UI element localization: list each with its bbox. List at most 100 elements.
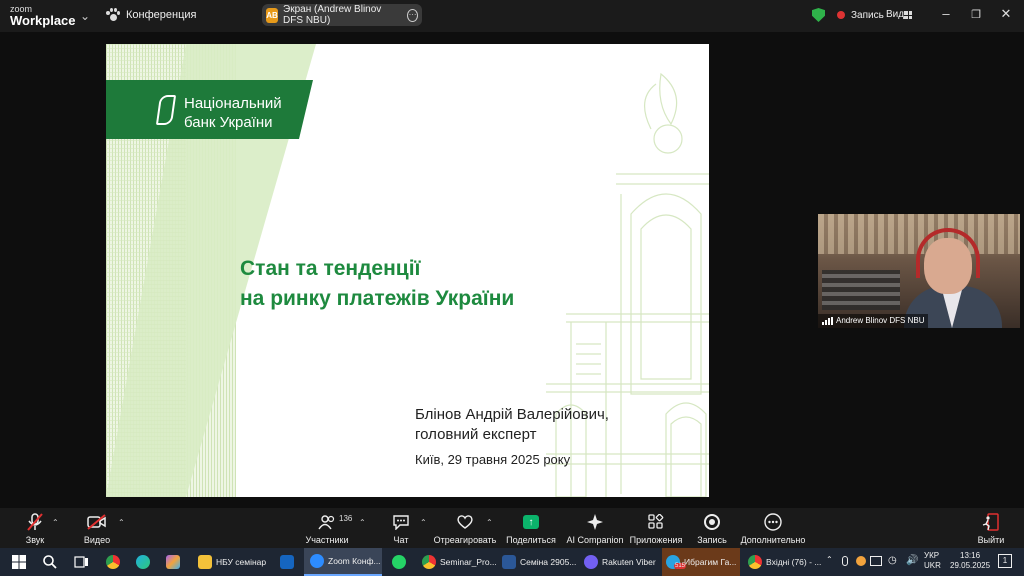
taskbar-item-viber[interactable]: Rakuten Viber bbox=[580, 548, 658, 576]
volume-icon[interactable]: 🔊 bbox=[906, 555, 918, 566]
battery-icon[interactable] bbox=[870, 556, 882, 566]
record-button[interactable]: Запись bbox=[677, 512, 747, 545]
chrome-pinned-icon[interactable] bbox=[102, 548, 124, 576]
leave-icon bbox=[956, 512, 1024, 532]
recording-status[interactable]: Запись bbox=[812, 8, 884, 22]
screen-share-indicator[interactable]: AB Экран (Andrew Blinov DFS NBU) ··· bbox=[262, 4, 422, 26]
meeting-info[interactable]: Конференция bbox=[106, 8, 196, 22]
search-icon[interactable] bbox=[38, 548, 62, 576]
task-view-icon[interactable] bbox=[70, 548, 94, 576]
lang-bottom: UKR bbox=[924, 561, 941, 570]
tray-chevron-icon[interactable]: ⌃ bbox=[826, 555, 833, 564]
chat-caret-icon[interactable]: ⌃ bbox=[420, 518, 427, 527]
leave-label: Выйти bbox=[977, 535, 1005, 545]
participants-caret-icon[interactable]: ⌃ bbox=[359, 518, 366, 527]
video-desks bbox=[822, 270, 900, 310]
ai-companion-button[interactable]: AI Companion bbox=[560, 512, 630, 545]
taskbar-item-nbu-seminar[interactable]: НБУ семінар bbox=[192, 548, 274, 576]
restore-icon[interactable]: ❐ bbox=[966, 8, 986, 21]
video-button[interactable]: Видео bbox=[62, 512, 132, 545]
lang-top: УКР bbox=[924, 551, 940, 560]
brand-workplace: Workplace bbox=[10, 13, 76, 28]
participant-video[interactable]: Andrew Blinov DFS NBU bbox=[818, 214, 1020, 328]
muted-microphone-icon bbox=[0, 512, 70, 532]
share-button[interactable]: ↑ Поделиться bbox=[496, 512, 566, 545]
microphone-tray-icon[interactable] bbox=[842, 556, 848, 566]
taskbar-item-label: Ибрагим Га... bbox=[684, 557, 737, 567]
chat-label: Чат bbox=[393, 535, 409, 545]
participants-count: 136 bbox=[339, 514, 353, 523]
ai-companion-label: AI Companion bbox=[566, 535, 624, 545]
share-screen-icon: ↑ bbox=[523, 515, 539, 529]
view-button[interactable]: Вид bbox=[886, 9, 904, 20]
meeting-title: Конференция bbox=[126, 9, 197, 21]
paw-icon bbox=[106, 8, 120, 22]
participants-button[interactable]: 136 Участники bbox=[292, 512, 362, 545]
taskbar-item-label: Вхідні (76) - ... bbox=[766, 557, 822, 567]
chat-button[interactable]: Чат bbox=[366, 512, 436, 545]
zoom-brand: zoom Workplace bbox=[10, 4, 76, 28]
recording-label: Запись bbox=[851, 9, 884, 21]
taskbar-item-label: НБУ семінар bbox=[216, 557, 267, 567]
record-circle-icon bbox=[704, 514, 720, 530]
clock-time: 13:16 bbox=[960, 551, 981, 560]
slide-title-line-1: Стан та тенденції bbox=[240, 257, 421, 280]
audio-options-caret-icon[interactable]: ⌃ bbox=[52, 518, 59, 527]
folder-icon bbox=[198, 555, 212, 569]
shield-icon bbox=[812, 8, 825, 22]
more-button[interactable]: Дополнительно bbox=[738, 512, 808, 545]
taskbar-item-zoom[interactable]: Zoom Конф... bbox=[304, 548, 382, 576]
minimize-icon[interactable]: – bbox=[936, 6, 956, 21]
audio-label: Звук bbox=[25, 535, 45, 545]
title-bar: zoom Workplace ⌄ Конференция AB Экран (A… bbox=[0, 0, 1024, 32]
participants-label: Участники bbox=[305, 535, 349, 545]
chevron-down-icon[interactable]: ⌄ bbox=[80, 9, 90, 23]
word-icon bbox=[502, 555, 516, 569]
leave-button[interactable]: Выйти bbox=[956, 512, 1024, 545]
whatsapp-icon[interactable] bbox=[388, 548, 410, 576]
outlook-icon[interactable] bbox=[276, 548, 298, 576]
taskbar-item-mail[interactable]: Вхідні (76) - ... bbox=[744, 548, 822, 576]
more-label: Дополнительно bbox=[740, 535, 806, 545]
slide-place-date: Київ, 29 травня 2025 року bbox=[415, 452, 571, 467]
edge-icon[interactable] bbox=[132, 548, 154, 576]
author-name: Блінов Андрій Валерійович, bbox=[415, 406, 609, 423]
nbu-logo-text: Національний банк України bbox=[184, 94, 282, 132]
taskbar-item-telegram[interactable]: Ибрагим Га... 515 bbox=[662, 548, 740, 576]
taskbar-item-label: Семіна 2905... bbox=[520, 557, 576, 567]
react-caret-icon[interactable]: ⌃ bbox=[486, 518, 493, 527]
participants-icon: 136 bbox=[292, 512, 362, 532]
record-icon bbox=[837, 11, 845, 19]
video-label: Видео bbox=[83, 535, 111, 545]
close-icon[interactable]: ✕ bbox=[996, 6, 1016, 22]
telegram-badge: 515 bbox=[674, 563, 687, 569]
slide-author: Блінов Андрій Валерійович, головний експ… bbox=[415, 405, 609, 445]
screen-share-label: Экран (Andrew Blinov DFS NBU) bbox=[283, 4, 382, 26]
app-tray-icon[interactable] bbox=[856, 556, 866, 566]
zoom-icon bbox=[310, 554, 324, 568]
copilot-icon[interactable] bbox=[162, 548, 184, 576]
slide-title: Стан та тенденції на ринку платежів Укра… bbox=[240, 254, 514, 314]
more-icon[interactable]: ··· bbox=[407, 8, 418, 22]
video-options-caret-icon[interactable]: ⌃ bbox=[118, 518, 125, 527]
taskbar-item-label: Seminar_Pro... bbox=[440, 557, 496, 567]
author-position: головний експерт bbox=[415, 426, 537, 443]
viber-icon bbox=[584, 555, 598, 569]
record-label: Запись bbox=[697, 535, 727, 545]
clock[interactable]: 13:16 29.05.2025 bbox=[950, 551, 990, 571]
view-grid-icon[interactable] bbox=[904, 11, 912, 19]
chrome-icon bbox=[748, 555, 762, 569]
participant-name-label: Andrew Blinov DFS NBU bbox=[818, 314, 929, 328]
taskbar-item-word[interactable]: Семіна 2905... bbox=[498, 548, 576, 576]
notifications-icon[interactable]: 1 bbox=[998, 554, 1012, 568]
taskbar-item-seminar-pro[interactable]: Seminar_Pro... bbox=[418, 548, 496, 576]
react-button[interactable]: Отреагировать bbox=[430, 512, 500, 545]
audio-button[interactable]: Звук bbox=[0, 512, 70, 545]
language-indicator[interactable]: УКР UKR bbox=[924, 551, 941, 571]
meeting-toolbar: Звук ⌃ Видео ⌃ 136 Участники ⌃ Чат ⌃ Отр… bbox=[0, 508, 1024, 548]
windows-start-icon[interactable] bbox=[8, 548, 30, 576]
presenter-avatar: AB bbox=[266, 7, 279, 23]
sparkle-icon bbox=[560, 512, 630, 532]
zoom-window: zoom Workplace ⌄ Конференция AB Экран (A… bbox=[0, 0, 1024, 576]
wifi-icon[interactable]: ◷ bbox=[888, 555, 897, 566]
